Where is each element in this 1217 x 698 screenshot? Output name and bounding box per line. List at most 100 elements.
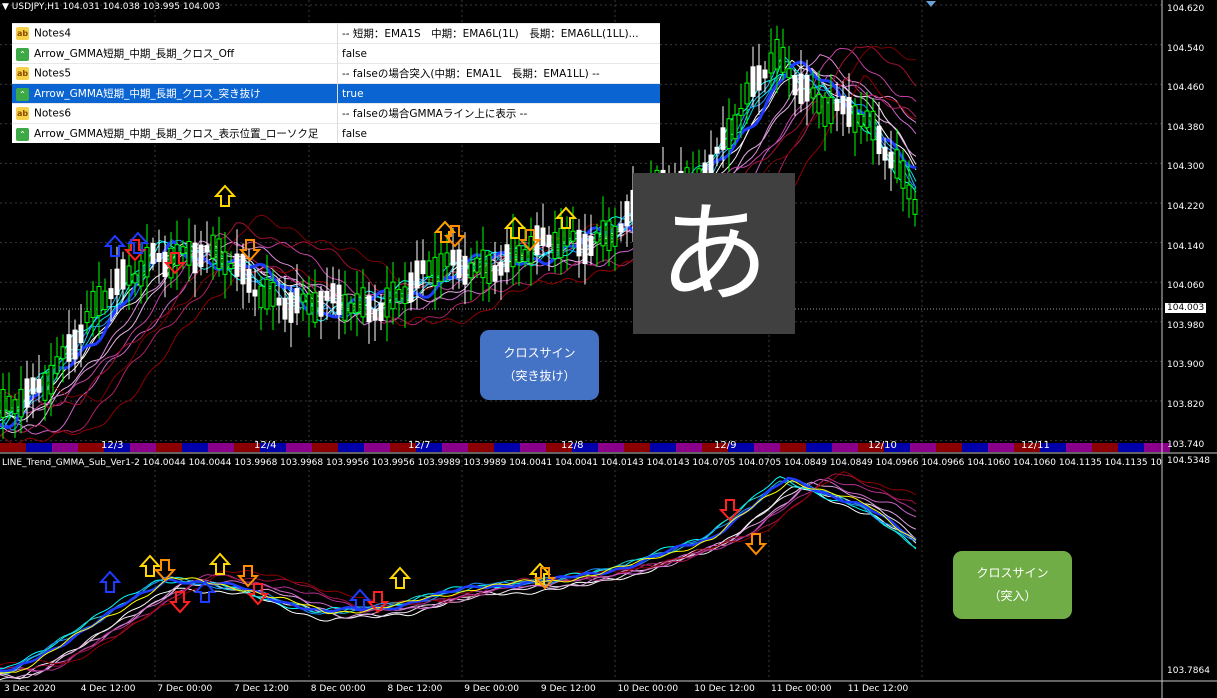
- candle-body: [318, 290, 324, 317]
- candle-body: [0, 389, 6, 418]
- session-band: [832, 443, 858, 452]
- candle-body: [192, 242, 198, 274]
- candle-body: [846, 97, 852, 127]
- candle-body: [768, 52, 774, 74]
- candle-body: [804, 75, 810, 102]
- param-row[interactable]: ab Notes5 -- falseの場合突入(中期：EMA1L 長期：EMA1LL…: [12, 63, 660, 84]
- candle-body: [780, 46, 786, 73]
- candle-body: [378, 302, 384, 321]
- gmma-lines-sub: [0, 470, 917, 681]
- param-value[interactable]: true: [337, 83, 660, 104]
- candle-body: [756, 65, 762, 91]
- param-row[interactable]: ⌃ Arrow_GMMA短期_中期_長期_クロス_表示位置_ローソク足 false: [12, 123, 660, 143]
- candle-body: [144, 246, 150, 278]
- session-band: [936, 443, 962, 452]
- param-row[interactable]: ab Notes6 -- falseの場合GMMAライン上に表示 --: [12, 103, 660, 124]
- indicator-parameters-table: ab Notes4 -- 短期：EMA1S 中期：EMA6L(1L) 長期：EMA6…: [12, 23, 660, 143]
- param-row[interactable]: ⌃ Arrow_GMMA短期_中期_長期_クロス_突き抜け true: [12, 83, 660, 104]
- callout-cross-sign-breakthrough: クロスサイン （突き抜け）: [480, 330, 599, 400]
- ime-hiragana-indicator: あ: [633, 173, 795, 334]
- day-label: 12/4: [254, 440, 277, 451]
- candle-body: [480, 249, 486, 279]
- session-band: [910, 443, 936, 452]
- time-tick-label: 4 Dec 12:00: [80, 684, 136, 694]
- param-value[interactable]: -- 短期：EMA1S 中期：EMA6L(1L) 長期：EMA6LL(1LL).…: [337, 23, 660, 44]
- candle-body: [498, 261, 504, 276]
- candle-body: [864, 110, 870, 129]
- candle-body: [306, 293, 312, 315]
- candle-body: [510, 237, 516, 268]
- param-row[interactable]: ⌃ Arrow_GMMA短期_中期_長期_クロス_Off false: [12, 43, 660, 64]
- candle-body: [30, 377, 36, 395]
- param-value[interactable]: false: [337, 43, 660, 64]
- param-name[interactable]: ab Notes5: [12, 63, 338, 84]
- candle-body: [600, 220, 606, 247]
- param-value[interactable]: -- falseの場合突入(中期：EMA1L 長期：EMA1LL) --: [337, 63, 660, 84]
- candle-body: [486, 254, 492, 284]
- current-price-label: 104.003: [1165, 303, 1207, 313]
- time-tick-label: 8 Dec 00:00: [310, 684, 366, 694]
- param-name[interactable]: ⌃ Arrow_GMMA短期_中期_長期_クロス_Off: [12, 43, 338, 64]
- time-tick-label: 9 Dec 12:00: [540, 684, 596, 694]
- candle-body: [12, 399, 18, 415]
- candle-body: [150, 242, 156, 264]
- candle-body: [540, 227, 546, 246]
- main-chart-header: ▼ USDJPY,H1 104.031 104.038 103.995 104.…: [2, 2, 221, 12]
- session-band: [650, 443, 676, 452]
- candle-body: [240, 253, 246, 285]
- param-row[interactable]: ab Notes4 -- 短期：EMA1S 中期：EMA6L(1L) 長期：EMA6…: [12, 23, 660, 44]
- candle-body: [78, 324, 84, 343]
- candle-body: [414, 260, 420, 289]
- candle-body: [186, 241, 192, 266]
- session-band: [962, 443, 988, 452]
- price-tick-label: 103.740: [1167, 439, 1205, 450]
- candle-body: [108, 288, 114, 300]
- candle-body: [624, 201, 630, 227]
- session-band: [364, 443, 390, 452]
- candle-body: [42, 372, 48, 401]
- param-value[interactable]: -- falseの場合GMMAライン上に表示 --: [337, 103, 660, 124]
- session-band: [676, 443, 702, 452]
- candle-body: [552, 231, 558, 260]
- session-band: [754, 443, 780, 452]
- param-name[interactable]: ab Notes4: [12, 23, 338, 44]
- param-name[interactable]: ⌃ Arrow_GMMA短期_中期_長期_クロス_表示位置_ローソク足: [12, 123, 338, 143]
- candle-body: [594, 232, 600, 243]
- time-tick-label: 8 Dec 12:00: [387, 684, 443, 694]
- candle-body: [564, 227, 570, 247]
- candle-body: [24, 378, 30, 408]
- param-name[interactable]: ab Notes6: [12, 103, 338, 124]
- time-tick-label: 3 Dec 2020: [4, 684, 56, 694]
- candle-body: [900, 160, 906, 189]
- sub-axis-bottom: 103.7864: [1167, 666, 1210, 676]
- session-band: [312, 443, 338, 452]
- candle-body: [18, 388, 24, 418]
- gmma-sub-line: [0, 485, 917, 681]
- shift-marker-icon[interactable]: [926, 1, 936, 7]
- candle-body: [546, 234, 552, 247]
- candle-body: [384, 287, 390, 318]
- session-band: [338, 443, 364, 452]
- session-band: [468, 443, 494, 452]
- candle-body: [888, 151, 894, 169]
- candle-body: [432, 256, 438, 287]
- param-value[interactable]: false: [337, 123, 660, 143]
- candle-body: [738, 107, 744, 116]
- candle-body: [402, 286, 408, 305]
- param-name[interactable]: ⌃ Arrow_GMMA短期_中期_長期_クロス_突き抜け: [12, 83, 338, 104]
- param-name-text: Notes4: [34, 27, 72, 40]
- day-label: 12/9: [714, 440, 737, 451]
- candle-body: [132, 273, 138, 284]
- candle-body: [36, 378, 42, 393]
- candle-body: [456, 249, 462, 279]
- price-tick-label: 104.300: [1167, 162, 1205, 173]
- candle-body: [840, 95, 846, 115]
- callout-line2: （突き抜け）: [503, 369, 576, 383]
- candle-body: [612, 225, 618, 247]
- cross-up-arrow-icon: [103, 234, 127, 257]
- text-param-icon: ab: [16, 107, 29, 120]
- candle-body: [606, 220, 612, 251]
- candle-body: [492, 265, 498, 282]
- candle-body: [576, 229, 582, 257]
- candle-body: [360, 287, 366, 318]
